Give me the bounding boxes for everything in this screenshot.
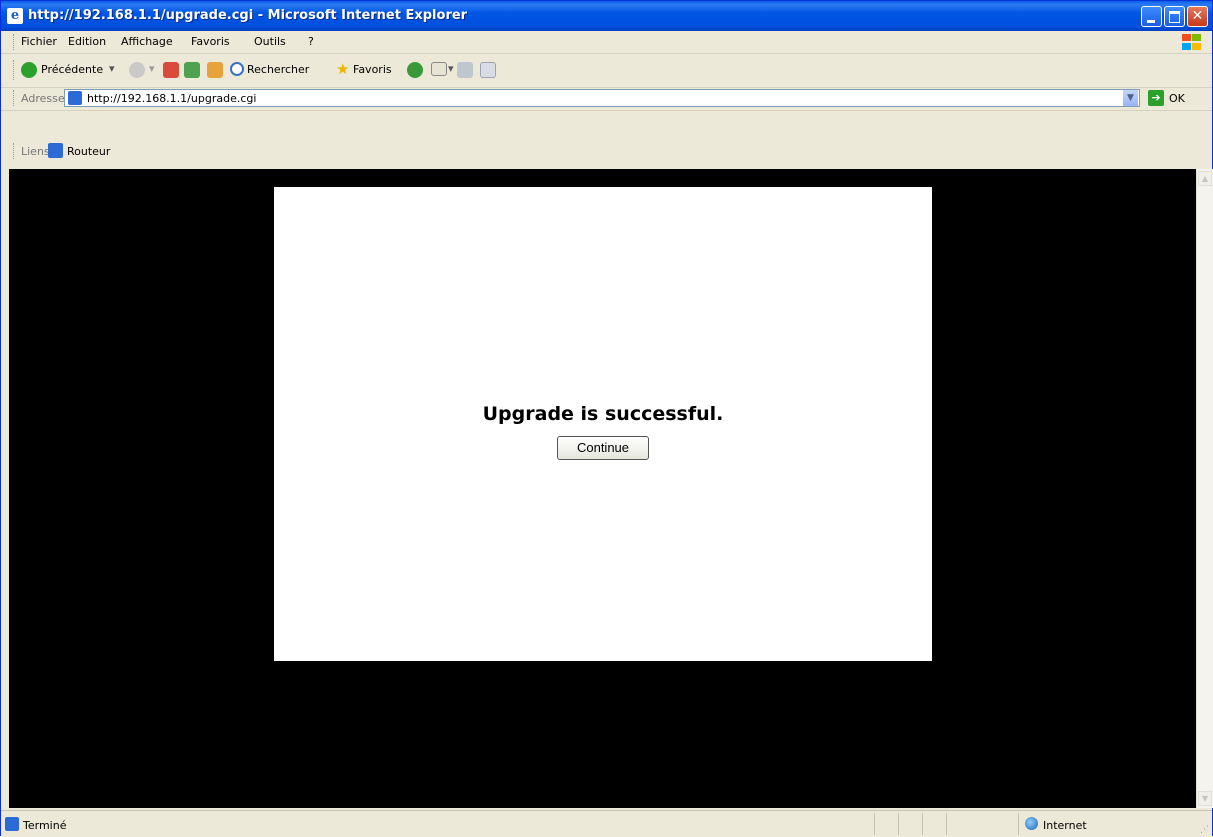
print-icon[interactable] (457, 62, 473, 78)
status-page-icon (5, 817, 19, 831)
window-title: http://192.168.1.1/upgrade.cgi - Microso… (28, 8, 468, 23)
vertical-scrollbar[interactable]: ▲ ▼ (1196, 169, 1213, 808)
maximize-button[interactable] (1164, 6, 1185, 27)
search-button[interactable]: Rechercher (247, 63, 309, 76)
search-icon[interactable] (230, 62, 244, 76)
upgrade-message: Upgrade is successful. (482, 403, 724, 425)
address-bar: Adresse http://192.168.1.1/upgrade.cgi ▼… (1, 87, 1212, 111)
address-label: Adresse (21, 92, 65, 105)
page-icon (68, 91, 82, 105)
title-bar[interactable]: e http://192.168.1.1/upgrade.cgi - Micro… (1, 1, 1212, 31)
menu-help[interactable]: ? (308, 35, 314, 48)
continue-button[interactable]: Continue (557, 436, 649, 460)
status-bar: Terminé Internet ⋰ (1, 810, 1212, 837)
menu-bar: Fichier Edition Affichage Favoris Outils… (1, 31, 1212, 54)
back-dropdown-icon[interactable]: ▾ (109, 62, 115, 75)
history-icon[interactable] (407, 62, 423, 78)
address-grip[interactable] (13, 90, 16, 106)
close-button[interactable]: ✕ (1187, 6, 1208, 27)
internet-globe-icon (1025, 817, 1038, 830)
address-dropdown-icon[interactable]: ▼ (1123, 90, 1138, 106)
menu-outils[interactable]: Outils (254, 35, 286, 48)
menu-fichier[interactable]: Fichier (21, 35, 57, 48)
home-icon[interactable] (207, 62, 223, 78)
security-zone: Internet (1043, 819, 1087, 832)
refresh-icon[interactable] (184, 62, 200, 78)
windows-logo-icon (1180, 33, 1202, 51)
close-icon: ✕ (1191, 8, 1204, 24)
upgrade-panel: Upgrade is successful. Continue (274, 187, 932, 661)
toolbar-grip[interactable] (13, 60, 16, 80)
back-arrow-icon[interactable] (21, 62, 37, 78)
standard-toolbar: Précédente ▾ ▾ Rechercher ★ Favoris ▾ (1, 54, 1212, 88)
links-bar: Liens Routeur (1, 111, 1212, 167)
favorites-button[interactable]: Favoris (353, 63, 392, 76)
menu-grip[interactable] (13, 34, 16, 50)
status-divider (922, 813, 923, 835)
ie-logo-icon: e (7, 8, 23, 24)
menu-favoris[interactable]: Favoris (191, 35, 230, 48)
page-viewport: Upgrade is successful. Continue (9, 169, 1196, 808)
mail-dropdown-icon[interactable]: ▾ (448, 62, 454, 75)
go-button[interactable]: OK (1169, 92, 1185, 105)
go-arrow-icon[interactable]: ➔ (1148, 90, 1164, 106)
stop-icon[interactable] (163, 62, 179, 78)
links-grip[interactable] (13, 143, 16, 159)
address-url[interactable]: http://192.168.1.1/upgrade.cgi (87, 92, 256, 105)
address-input[interactable]: http://192.168.1.1/upgrade.cgi ▼ (64, 89, 1140, 107)
browser-window: e http://192.168.1.1/upgrade.cgi - Micro… (0, 0, 1213, 837)
edit-icon[interactable] (480, 62, 496, 78)
link-routeur[interactable]: Routeur (67, 145, 110, 158)
resize-grip-icon[interactable]: ⋰ (1200, 825, 1210, 835)
status-divider (874, 813, 875, 835)
status-text: Terminé (23, 819, 67, 832)
links-label: Liens (21, 145, 50, 158)
forward-arrow-icon[interactable] (129, 62, 145, 78)
minimize-button[interactable] (1141, 6, 1162, 27)
link-page-icon (48, 143, 63, 158)
back-button[interactable]: Précédente (41, 63, 103, 76)
status-divider (946, 813, 947, 835)
scroll-down-icon[interactable]: ▼ (1198, 791, 1212, 806)
mail-icon[interactable] (431, 62, 447, 76)
menu-edition[interactable]: Edition (68, 35, 106, 48)
status-divider (1018, 813, 1019, 835)
status-divider (898, 813, 899, 835)
favorites-star-icon[interactable]: ★ (336, 60, 349, 78)
scroll-up-icon[interactable]: ▲ (1198, 171, 1212, 186)
menu-affichage[interactable]: Affichage (121, 35, 173, 48)
forward-dropdown-icon[interactable]: ▾ (149, 62, 155, 75)
